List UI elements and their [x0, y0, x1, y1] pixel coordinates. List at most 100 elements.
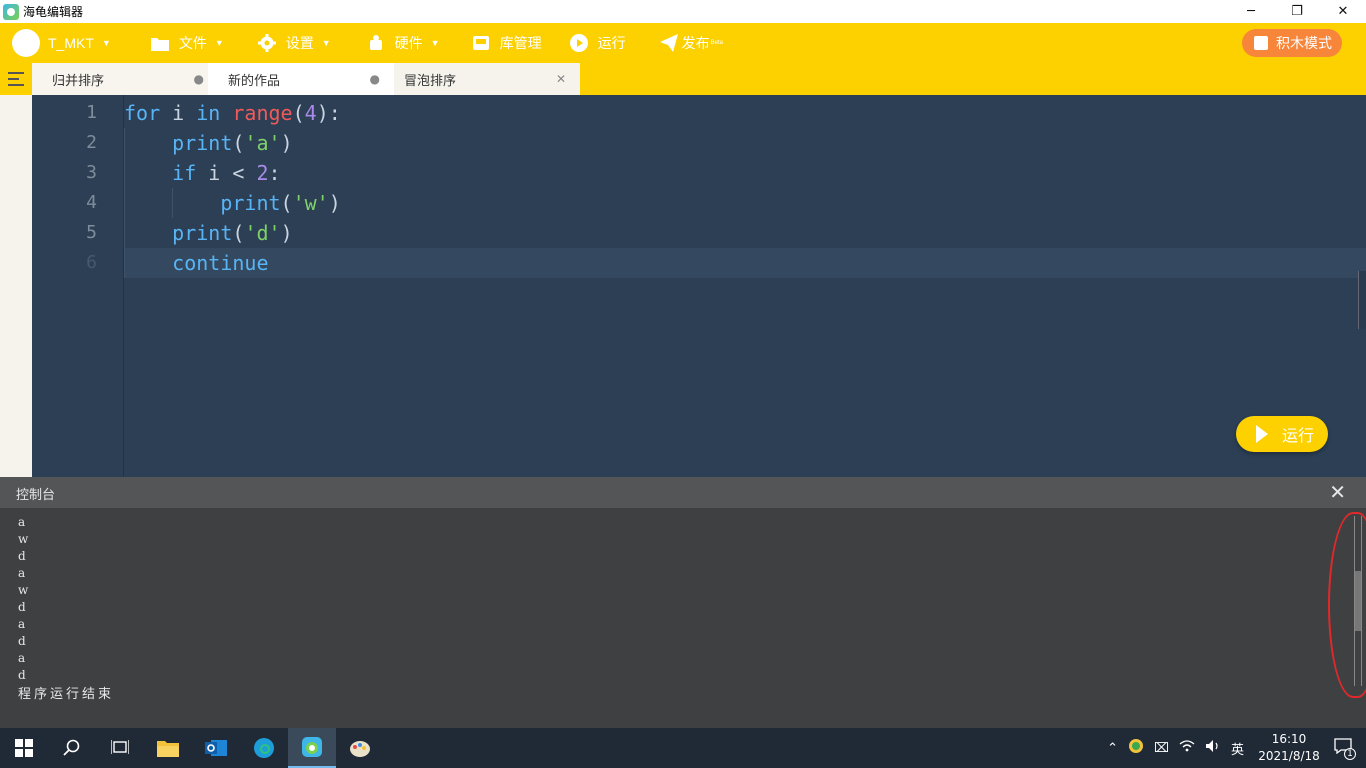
- folder-icon: [150, 34, 169, 52]
- turtle-app-icon: [302, 737, 322, 757]
- tab-label: 冒泡排序: [404, 73, 457, 89]
- beta-badge: Beta: [710, 40, 723, 46]
- sidebar-toggle[interactable]: [0, 63, 32, 95]
- turtle-editor-taskbar-button[interactable]: [288, 728, 336, 768]
- tab-modified-dot-icon[interactable]: ●: [194, 72, 204, 86]
- notification-center-icon[interactable]: 1: [1334, 738, 1356, 760]
- line-number: 4: [86, 192, 97, 213]
- network-disconnected-icon[interactable]: ⌧: [1154, 741, 1169, 756]
- wifi-icon[interactable]: [1179, 739, 1195, 757]
- volume-icon[interactable]: [1205, 739, 1221, 757]
- tab-bar: 归并排序 ● 新的作品 ● 冒泡排序 ✕: [0, 63, 1366, 95]
- publish-button[interactable]: 发布 Beta: [659, 33, 723, 53]
- output-line: d: [18, 668, 26, 682]
- turtle-app-icon: [3, 3, 19, 20]
- code-line-1: for i in range(4):: [124, 101, 341, 125]
- title-bar: 海龟编辑器 ─ ❐ ✕: [0, 0, 1366, 23]
- avatar[interactable]: [12, 29, 40, 57]
- tab-close-icon[interactable]: ✕: [556, 72, 566, 86]
- line-number: 5: [86, 222, 97, 243]
- run-button[interactable]: 运行: [1236, 416, 1328, 452]
- window-title: 海龟编辑器: [23, 5, 84, 19]
- folder-icon: [157, 741, 179, 757]
- output-line: a: [18, 617, 26, 631]
- close-window-button[interactable]: ✕: [1320, 0, 1366, 23]
- user-menu[interactable]: T_MKT ▼: [40, 35, 111, 51]
- start-button[interactable]: [0, 728, 48, 768]
- blocks-icon: [1254, 36, 1268, 50]
- menu-icon: [8, 72, 24, 86]
- run-toolbar-label: 运行: [597, 35, 626, 51]
- tab-bubble-sort[interactable]: 冒泡排序 ✕: [384, 63, 580, 95]
- editor-scrollbar[interactable]: [1358, 271, 1366, 329]
- line-number: 2: [86, 132, 97, 153]
- run-toolbar-button[interactable]: 运行: [569, 33, 626, 53]
- line-number: 6: [86, 252, 97, 273]
- output-line: w: [18, 583, 29, 597]
- output-line: d: [18, 549, 26, 563]
- user-name: T_MKT: [48, 35, 94, 51]
- output-line: d: [18, 600, 26, 614]
- hardware-menu[interactable]: 硬件 ▼: [367, 33, 440, 53]
- window-controls: ─ ❐ ✕: [1228, 0, 1366, 23]
- file-menu[interactable]: 文件 ▼: [150, 33, 224, 53]
- paint-app-button[interactable]: [336, 728, 384, 768]
- output-line: w: [18, 532, 29, 546]
- publish-label: 发布: [681, 35, 710, 51]
- chevron-down-icon: ▼: [214, 38, 224, 48]
- windows-logo-icon: [15, 739, 33, 757]
- code-line-5: print('d'): [172, 221, 293, 245]
- play-circle-icon: [569, 34, 588, 52]
- clock-time: 16:10: [1271, 732, 1307, 746]
- console-output: a w d a w d a d a d 程序运行结束: [0, 508, 1366, 728]
- system-tray: ⌃ ⌧ 英 16:10 2021/8/18 1: [1102, 731, 1366, 765]
- edge-button[interactable]: [240, 728, 288, 768]
- task-view-icon: [111, 740, 129, 754]
- line-number: 3: [86, 162, 97, 183]
- line-number-gutter: 1 2 3 4 5 6: [32, 95, 124, 477]
- restore-button[interactable]: ❐: [1274, 0, 1320, 23]
- hardware-menu-label: 硬件: [394, 35, 423, 51]
- windows-taskbar: ⌃ ⌧ 英 16:10 2021/8/18 1: [0, 728, 1366, 768]
- code-line-3: if i < 2:: [172, 161, 281, 185]
- console-header: 控制台 ✕: [0, 477, 1366, 508]
- tab-label: 新的作品: [228, 73, 281, 89]
- block-mode-button[interactable]: 积木模式: [1242, 29, 1342, 57]
- inbox-icon: [472, 34, 490, 52]
- minimize-button[interactable]: ─: [1228, 0, 1274, 23]
- chevron-down-icon: ▼: [321, 38, 331, 48]
- code-line-4: print('w'): [220, 191, 341, 215]
- palette-icon: [350, 741, 370, 757]
- code-line-6: continue: [172, 251, 269, 275]
- settings-menu[interactable]: 设置 ▼: [257, 33, 331, 53]
- input-language-indicator[interactable]: 英: [1231, 739, 1244, 758]
- search-button[interactable]: [48, 728, 96, 768]
- output-line: a: [18, 515, 26, 529]
- chevron-up-icon[interactable]: ⌃: [1107, 741, 1118, 756]
- edge-icon: [254, 738, 274, 758]
- clock[interactable]: 16:10 2021/8/18: [1249, 731, 1329, 765]
- console-title: 控制台: [16, 488, 56, 503]
- outlook-button[interactable]: [192, 728, 240, 768]
- task-view-button[interactable]: [96, 728, 144, 768]
- console-close-icon[interactable]: ✕: [1329, 480, 1346, 504]
- tab-modified-dot-icon[interactable]: ●: [370, 72, 380, 86]
- tab-merge-sort[interactable]: 归并排序 ●: [32, 63, 218, 95]
- paper-plane-icon: [659, 34, 678, 52]
- file-explorer-button[interactable]: [144, 728, 192, 768]
- tab-new-work[interactable]: 新的作品 ●: [208, 63, 394, 95]
- security-app-icon[interactable]: [1128, 738, 1144, 758]
- run-button-label: 运行: [1282, 426, 1315, 445]
- output-line: d: [18, 634, 26, 648]
- library-manager-button[interactable]: 库管理: [472, 33, 542, 53]
- play-icon: [1256, 425, 1268, 443]
- gear-icon: [257, 34, 276, 52]
- settings-menu-label: 设置: [285, 35, 314, 51]
- library-manager-label: 库管理: [499, 35, 542, 51]
- notification-count: 1: [1344, 748, 1356, 760]
- search-icon: [63, 739, 80, 756]
- clock-date: 2021/8/18: [1258, 749, 1320, 763]
- output-line: a: [18, 651, 26, 665]
- chevron-down-icon: ▼: [430, 38, 440, 48]
- code-editor[interactable]: 1 2 3 4 5 6 for i in range(4): print('a'…: [32, 95, 1366, 477]
